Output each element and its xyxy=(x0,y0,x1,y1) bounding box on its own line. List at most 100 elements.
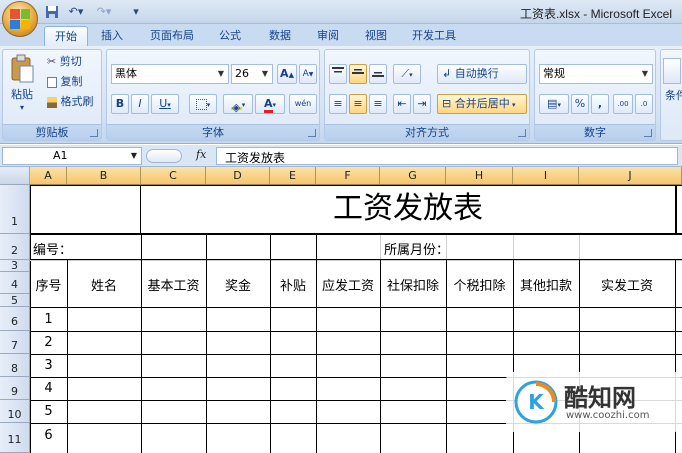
decrease-indent-button[interactable]: ⇤ xyxy=(393,94,411,114)
sheet-title[interactable]: 工资发放表 xyxy=(141,189,675,229)
paste-dropdown-icon[interactable]: ▾ xyxy=(7,103,37,112)
name-box[interactable]: A1 ▼ xyxy=(2,147,142,165)
tab-review[interactable]: 审阅 xyxy=(308,26,348,46)
column-header-c[interactable]: C xyxy=(141,167,206,185)
percent-style-button[interactable]: % xyxy=(571,94,589,114)
font-size-combo[interactable]: 26 ▼ xyxy=(231,64,273,84)
chevron-down-icon[interactable]: ▼ xyxy=(131,148,137,164)
row-header-3[interactable]: 3 xyxy=(0,260,30,272)
column-header-e[interactable]: E xyxy=(270,167,316,185)
save-icon[interactable] xyxy=(44,4,60,20)
row-header-2[interactable]: 2 xyxy=(0,234,30,260)
tab-insert[interactable]: 插入 xyxy=(94,26,130,46)
serial-cell[interactable]: 3 xyxy=(30,358,67,373)
align-middle-button[interactable] xyxy=(349,64,367,84)
column-header-j[interactable]: J xyxy=(579,167,682,185)
header-net-pay[interactable]: 实发工资 xyxy=(579,275,675,294)
header-other-deductions[interactable]: 其他扣款 xyxy=(513,275,579,294)
row-header-9[interactable]: 9 xyxy=(0,377,30,400)
column-header-h[interactable]: H xyxy=(446,167,513,185)
align-top-button[interactable] xyxy=(329,64,347,84)
row-header-7[interactable]: 7 xyxy=(0,331,30,354)
tab-page-layout[interactable]: 页面布局 xyxy=(142,26,202,46)
tab-home[interactable]: 开始 xyxy=(44,26,88,46)
increase-indent-button[interactable]: ⇥ xyxy=(413,94,431,114)
customize-qat-icon[interactable]: ▾ xyxy=(130,4,142,20)
row-header-1[interactable]: 1 xyxy=(0,185,30,234)
chevron-down-icon[interactable]: ▼ xyxy=(639,66,651,82)
borders-button[interactable]: ▾ xyxy=(189,94,217,114)
orientation-button[interactable]: ⟋▾ xyxy=(393,64,421,84)
tab-developer[interactable]: 开发工具 xyxy=(404,26,464,46)
number-label[interactable]: 编号： xyxy=(33,239,72,258)
header-social-security[interactable]: 社保扣除 xyxy=(380,275,446,294)
serial-cell[interactable]: 4 xyxy=(30,381,67,396)
tab-data[interactable]: 数据 xyxy=(260,26,300,46)
serial-cell[interactable]: 6 xyxy=(30,428,67,443)
fill-color-button[interactable]: ◈▾ xyxy=(223,94,253,114)
tab-view[interactable]: 视图 xyxy=(356,26,396,46)
header-bonus[interactable]: 奖金 xyxy=(206,275,270,294)
chevron-down-icon[interactable]: ▼ xyxy=(259,66,271,82)
clipboard-launcher-icon[interactable] xyxy=(90,129,98,137)
header-base-salary[interactable]: 基本工资 xyxy=(141,275,206,294)
serial-cell[interactable]: 5 xyxy=(30,404,67,419)
serial-cell[interactable]: 1 xyxy=(30,312,67,327)
alignment-launcher-icon[interactable] xyxy=(518,129,526,137)
column-header-a[interactable]: A xyxy=(30,167,67,185)
tab-formulas[interactable]: 公式 xyxy=(210,26,250,46)
undo-icon[interactable]: ↶▾ xyxy=(64,4,88,20)
grow-font-button[interactable]: A▲ xyxy=(277,64,297,84)
row-header-5[interactable]: 5 xyxy=(0,294,30,307)
number-launcher-icon[interactable] xyxy=(644,129,652,137)
row-header-8[interactable]: 8 xyxy=(0,354,30,377)
column-header-f[interactable]: F xyxy=(316,167,380,185)
column-header-g[interactable]: G xyxy=(380,167,446,185)
header-serial[interactable]: 序号 xyxy=(30,275,67,294)
merge-center-button[interactable]: ⊟ 合并后居中 ▾ xyxy=(437,94,527,114)
header-allowance[interactable]: 补贴 xyxy=(270,275,316,294)
underline-button[interactable]: U▾ xyxy=(151,94,179,114)
insert-function-button[interactable]: fx xyxy=(196,148,206,161)
decrease-decimal-button[interactable]: .0 xyxy=(635,94,653,114)
align-center-button[interactable]: ≡ xyxy=(349,94,367,114)
select-all-corner[interactable] xyxy=(0,167,30,185)
month-label[interactable]: 所属月份： xyxy=(384,239,449,258)
font-name-combo[interactable]: 黑体 ▼ xyxy=(111,64,229,84)
row-header-4[interactable]: 4 xyxy=(0,272,30,294)
formula-input[interactable]: 工资发放表 xyxy=(216,147,678,165)
serial-cell[interactable]: 2 xyxy=(30,335,67,350)
paste-button[interactable]: 粘贴 ▾ xyxy=(7,54,37,112)
wrap-text-button[interactable]: ↲ 自动换行 xyxy=(437,64,527,84)
font-launcher-icon[interactable] xyxy=(308,129,316,137)
conditional-formatting-label[interactable]: 条件 xyxy=(665,88,682,104)
format-painter-button[interactable]: 格式刷 xyxy=(47,94,94,112)
column-header-i[interactable]: I xyxy=(513,167,579,185)
number-format-combo[interactable]: 常规 ▼ xyxy=(539,64,653,84)
font-color-button[interactable]: A▾ xyxy=(255,94,285,114)
office-button[interactable] xyxy=(2,1,38,37)
shrink-font-button[interactable]: A▼ xyxy=(299,64,317,84)
header-name[interactable]: 姓名 xyxy=(67,275,141,294)
phonetic-guide-button[interactable]: wén xyxy=(289,94,317,114)
header-income-tax[interactable]: 个税扣除 xyxy=(446,275,513,294)
row-header-6[interactable]: 6 xyxy=(0,307,30,331)
bold-button[interactable]: B xyxy=(111,94,129,114)
accounting-format-button[interactable]: ▤▾ xyxy=(539,94,569,114)
copy-button[interactable]: 复制 xyxy=(47,74,83,92)
row-header-11[interactable]: 11 xyxy=(0,423,30,453)
align-left-button[interactable]: ≡ xyxy=(329,94,347,114)
increase-decimal-button[interactable]: .00 xyxy=(613,94,633,114)
cut-button[interactable]: ✂ 剪切 xyxy=(47,54,82,72)
formula-buttons[interactable] xyxy=(146,149,182,163)
row-header-10[interactable]: 10 xyxy=(0,400,30,423)
column-header-d[interactable]: D xyxy=(206,167,270,185)
redo-icon[interactable]: ↷▾ xyxy=(92,4,116,20)
italic-button[interactable]: I xyxy=(131,94,149,114)
header-gross-pay[interactable]: 应发工资 xyxy=(316,275,380,294)
comma-style-button[interactable]: , xyxy=(591,94,609,114)
chevron-down-icon[interactable]: ▼ xyxy=(215,66,227,82)
align-right-button[interactable]: ≡ xyxy=(369,94,387,114)
column-header-b[interactable]: B xyxy=(67,167,141,185)
align-bottom-button[interactable] xyxy=(369,64,387,84)
